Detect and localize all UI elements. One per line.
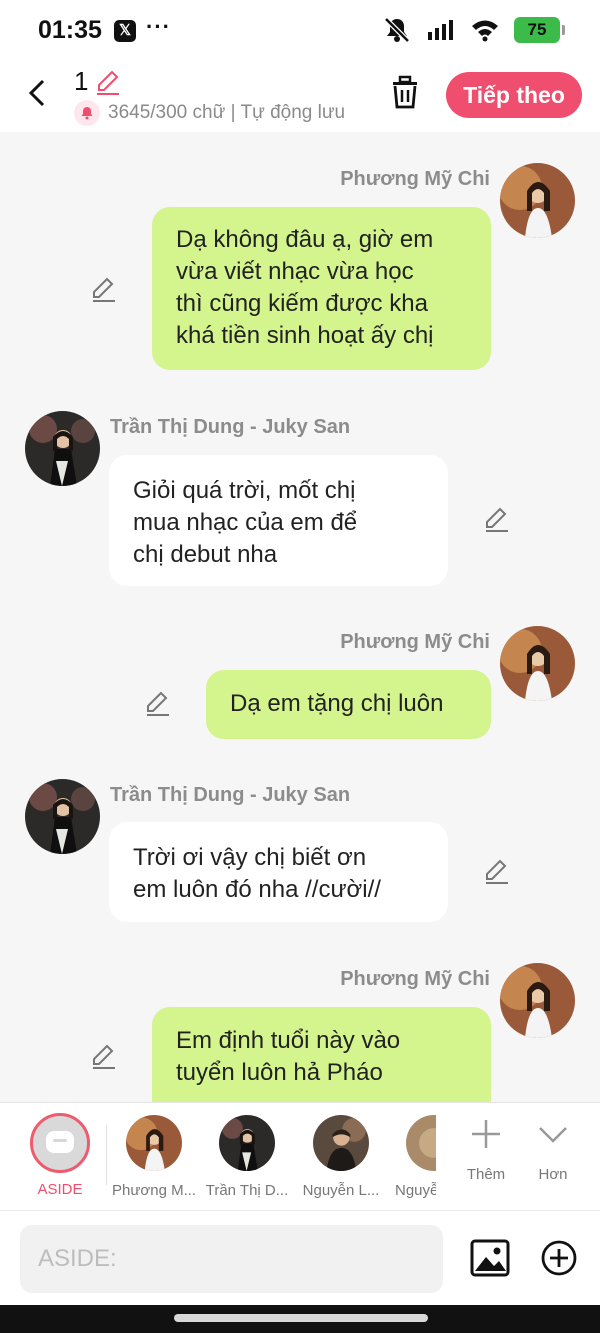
message-line: em luôn đó nha //cười//	[133, 876, 381, 903]
add-label: Thêm	[466, 1166, 506, 1183]
message-bubble[interactable]: Trời ơi vậy chị biết ơn em luôn đó nha /…	[109, 822, 448, 922]
character-label: Phương M...	[112, 1182, 196, 1199]
message-line: khá tiền sinh hoạt ấy chị	[176, 322, 434, 349]
character-label: Nguyễ	[395, 1182, 436, 1199]
page-title: 1	[74, 66, 89, 96]
message-line: chị debut nha	[133, 541, 278, 568]
mute-icon	[384, 17, 410, 43]
message-line: Trời ơi vậy chị biết ơn	[133, 844, 367, 871]
message-line: thì cũng kiếm được kha	[176, 290, 428, 317]
signal-icon	[428, 20, 453, 40]
aside-label: ASIDE	[37, 1181, 83, 1198]
message-line: Dạ không đâu ạ, giờ em	[176, 226, 434, 253]
word-count-line: 3645/300 chữ | Tự động lưu	[74, 100, 345, 126]
divider	[106, 1125, 107, 1185]
pencil-icon	[97, 70, 120, 95]
add-circle-icon[interactable]	[541, 1240, 577, 1276]
x-app-icon: 𝕏	[114, 20, 136, 42]
message-bubble[interactable]: Giỏi quá trời, mốt chị mua nhạc của em đ…	[109, 455, 448, 586]
character-avatar[interactable]	[406, 1115, 436, 1171]
sender-name: Trần Thị Dung - Juky San	[110, 784, 351, 806]
message-line: vừa viết nhạc vừa học	[176, 258, 414, 285]
editor-header: 1 3645/300 chữ | Tự động lưu Tiếp theo	[0, 62, 600, 132]
avatar[interactable]	[500, 163, 575, 238]
message-line: Giỏi quá trời, mốt chị	[133, 477, 356, 504]
edit-message-icon[interactable]	[483, 858, 511, 886]
edit-message-icon[interactable]	[483, 506, 511, 534]
message-input[interactable]	[20, 1225, 443, 1293]
message-bubble[interactable]: Dạ em tặng chị luôn	[206, 670, 491, 739]
chevron-left-icon	[28, 79, 45, 107]
character-avatar[interactable]	[126, 1115, 182, 1171]
more-notifications-icon: ···	[146, 14, 171, 39]
chat-area[interactable]: Phương Mỹ Chi Dạ không đâu ạ, giờ em vừa…	[0, 132, 600, 1102]
chevron-down-icon	[539, 1127, 567, 1143]
bell-icon	[74, 100, 100, 126]
image-icon[interactable]	[470, 1239, 510, 1277]
message-line: mua nhạc của em để	[133, 509, 358, 536]
message-line: Dạ em tặng chị luôn	[230, 690, 444, 717]
message-bubble[interactable]: Dạ không đâu ạ, giờ em vừa viết nhạc vừa…	[152, 207, 491, 370]
plus-icon	[472, 1120, 500, 1148]
character-bar: ASIDE Phương M... Trần Thị D... Nguyễn L…	[0, 1102, 600, 1210]
message-line: tuyển luôn hả Pháo	[176, 1059, 383, 1086]
battery-indicator: 75	[514, 17, 565, 43]
home-indicator[interactable]	[174, 1314, 428, 1322]
character-label: Nguyễn L...	[302, 1182, 380, 1199]
navigation-bar	[0, 1305, 600, 1333]
avatar[interactable]	[25, 779, 100, 854]
back-button[interactable]	[22, 76, 52, 110]
status-time: 01:35	[38, 16, 102, 44]
add-character-button[interactable]: Thêm	[456, 1117, 516, 1183]
next-button[interactable]: Tiếp theo	[446, 72, 582, 118]
sender-name: Phương Mỹ Chi	[340, 168, 490, 190]
character-label: Trần Thị D...	[205, 1182, 289, 1199]
edit-message-icon[interactable]	[90, 276, 118, 304]
trash-icon[interactable]	[388, 74, 422, 110]
expand-label: Hơn	[538, 1166, 568, 1183]
sender-name: Trần Thị Dung - Juky San	[110, 416, 351, 438]
avatar[interactable]	[500, 626, 575, 701]
character-avatar[interactable]	[313, 1115, 369, 1171]
avatar[interactable]	[500, 963, 575, 1038]
status-bar: 01:35 𝕏 ··· 75	[0, 0, 600, 62]
message-line: Em định tuổi này vào	[176, 1027, 401, 1054]
chat-bubble-icon	[46, 1131, 74, 1153]
aside-button[interactable]	[30, 1113, 90, 1173]
sender-name: Phương Mỹ Chi	[340, 631, 490, 653]
character-avatar[interactable]	[219, 1115, 275, 1171]
avatar[interactable]	[25, 411, 100, 486]
message-bubble[interactable]: Em định tuổi này vào tuyển luôn hả Pháo	[152, 1007, 491, 1102]
edit-message-icon[interactable]	[144, 690, 172, 718]
battery-level: 75	[527, 20, 547, 39]
sender-name: Phương Mỹ Chi	[340, 968, 490, 990]
expand-button[interactable]: Hơn	[523, 1117, 583, 1183]
word-count-text: 3645/300 chữ | Tự động lưu	[108, 102, 346, 123]
edit-message-icon[interactable]	[90, 1043, 118, 1071]
wifi-icon	[472, 20, 498, 42]
title-area[interactable]: 1	[74, 66, 122, 97]
status-icons: 75	[382, 16, 565, 44]
input-bar	[0, 1210, 600, 1305]
